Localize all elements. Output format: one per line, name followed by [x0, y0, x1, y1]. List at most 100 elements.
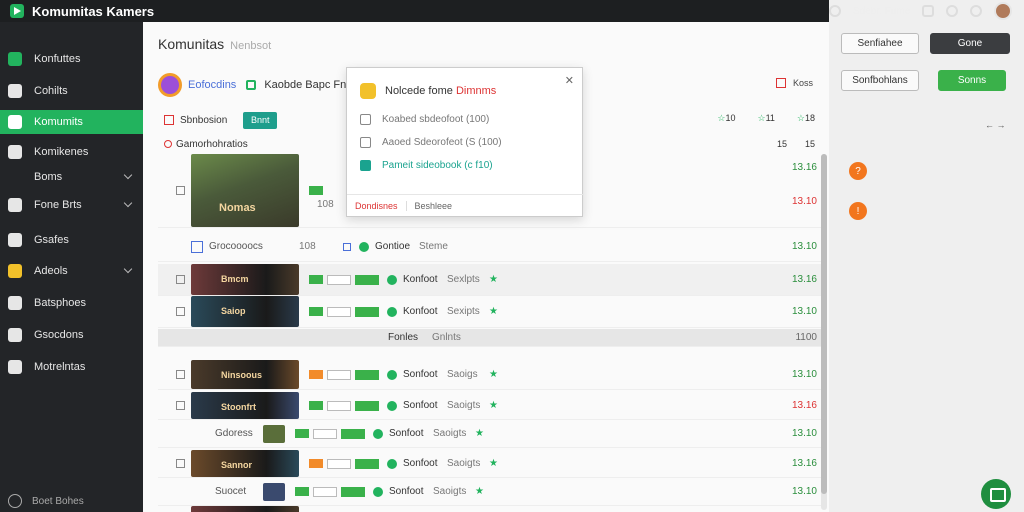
status-pill — [355, 400, 379, 411]
toggle[interactable] — [327, 458, 351, 469]
star-icon[interactable]: ★ — [475, 486, 484, 497]
time: 13.16 — [791, 400, 817, 411]
category-stats: 15 15 — [777, 139, 815, 149]
row-checkbox[interactable] — [176, 459, 185, 468]
filter-checkbox[interactable] — [164, 115, 174, 125]
checkbox[interactable] — [343, 242, 351, 251]
category-label: Gamorhohratios — [176, 138, 248, 150]
star-icon[interactable]: ★ — [489, 306, 498, 317]
sidebar-item-label: Boms — [34, 171, 63, 183]
sidebar-item[interactable]: Komumits — [0, 110, 143, 134]
link-text[interactable]: Kaobde Bapc Fnci — [264, 79, 354, 91]
stat: 15 — [804, 139, 815, 149]
filter-button[interactable]: Senfiahee — [841, 33, 919, 54]
close-label[interactable]: Koss — [793, 78, 813, 88]
brand-name[interactable]: Eofocdins — [188, 79, 236, 91]
sidebar-item[interactable]: Adeols — [0, 259, 143, 283]
popup-secondary-button[interactable]: Beshleee — [415, 201, 453, 211]
category-icon — [164, 140, 172, 148]
checkbox[interactable] — [360, 114, 371, 125]
sidebar-item[interactable]: Komikenes — [0, 140, 143, 164]
popup-option[interactable]: Aaoed Sdeorofeot (S (100) — [360, 137, 502, 148]
row-checkbox[interactable] — [176, 370, 185, 379]
toggle[interactable] — [327, 306, 351, 317]
alert-icon[interactable]: ! — [849, 202, 867, 220]
avatar[interactable] — [994, 2, 1013, 20]
star-icon[interactable]: ★ — [489, 400, 498, 411]
stat: 11 — [757, 113, 775, 124]
scrollbar[interactable] — [821, 154, 827, 510]
toggle[interactable] — [327, 369, 351, 380]
sidebar-item[interactable]: Boms — [0, 165, 143, 189]
settings-icon[interactable] — [829, 5, 841, 17]
sidebar-item[interactable]: Gsafes — [0, 228, 143, 252]
game-thumbnail: Gomets — [191, 506, 299, 512]
table-row[interactable]: GometsSonfootSaoigts★13.10 — [158, 506, 823, 512]
sidebar-item-label: Batsphoes — [34, 297, 86, 309]
status-pill — [341, 428, 365, 439]
popup-title: Nolcede fome Dimnms — [385, 85, 497, 97]
close-icon[interactable] — [776, 78, 786, 88]
table-row[interactable]: Grocoooocs 108 Gontioe Steme 13.10 — [158, 232, 823, 262]
sidebar-item[interactable]: Fone Brts — [0, 193, 143, 217]
sidebar-item[interactable]: Konfuttes — [0, 47, 143, 71]
settings-icon — [8, 198, 22, 212]
sidebar-footer[interactable]: Boet Bohes — [8, 494, 84, 508]
table-row[interactable]: Saiop Konfoot Sexipts ★ 13.10 — [158, 296, 823, 328]
table-row[interactable]: Gdoress Sonfoot Saoigts ★ 13.10 — [158, 420, 823, 448]
row-checkbox[interactable] — [176, 275, 185, 284]
toggle[interactable] — [313, 428, 337, 439]
row-checkbox[interactable] — [176, 307, 185, 316]
popup-danger-button[interactable]: Dondisnes — [355, 200, 407, 211]
tag-icon — [309, 459, 323, 468]
row-checkbox[interactable] — [176, 186, 185, 195]
popup-option[interactable]: Pameit sideobook (c f10) — [360, 160, 493, 171]
row-name[interactable]: Grocoooocs — [209, 241, 269, 252]
app-logo-icon — [10, 4, 24, 18]
table-row[interactable]: Sannor Sonfoot Saoigts ★ 13.16 — [158, 450, 823, 478]
chat-fab-icon[interactable] — [981, 479, 1011, 509]
go-button[interactable]: Bnnt — [243, 111, 278, 129]
table-row[interactable]: Bmcm Konfoot Sexlpts ★ 13.16 — [158, 264, 823, 296]
star-icon[interactable]: ★ — [475, 428, 484, 439]
table-row[interactable]: Ninsoous Sonfoot Saoigs ★ 13.10 — [158, 360, 823, 390]
compass-icon — [8, 145, 22, 159]
checkbox[interactable] — [360, 137, 371, 148]
save-button[interactable]: Sonns — [938, 70, 1006, 91]
chevron-down-icon — [123, 264, 133, 274]
filter-label: Sbnbosion — [180, 114, 228, 126]
toggle[interactable] — [313, 486, 337, 497]
table-row[interactable]: Stoonfrt Sonfoot Saoigts ★ 13.16 — [158, 392, 823, 420]
stat: 18 — [797, 113, 815, 124]
sidebar-item[interactable]: Cohilts — [0, 79, 143, 103]
star-icon[interactable]: ★ — [489, 369, 498, 380]
sidebar-item[interactable]: Motrelntas — [0, 355, 143, 379]
chat-icon[interactable] — [922, 5, 935, 17]
time: 13.10 — [791, 196, 817, 207]
popup-option[interactable]: Koabed sbdeofoot (100) — [360, 114, 489, 125]
star-icon[interactable]: ★ — [489, 274, 498, 285]
row-checkbox[interactable] — [176, 401, 185, 410]
section-sublabel: Gnlnts — [432, 332, 461, 343]
globe-icon[interactable] — [970, 5, 983, 17]
game-thumbnail — [263, 482, 285, 501]
row-name[interactable]: Suocet — [215, 486, 263, 497]
help-icon[interactable]: ? — [849, 162, 867, 180]
toggle[interactable] — [327, 400, 351, 411]
primary-button[interactable]: Gone — [930, 33, 1010, 54]
sidebar-item-label: Adeols — [34, 265, 68, 277]
nav-arrows[interactable]: ← → — [985, 120, 1006, 130]
list-icon — [8, 115, 22, 129]
checkbox-checked[interactable] — [360, 160, 371, 171]
table-row[interactable]: Fonles Gnlnts 1100 — [158, 329, 823, 347]
sidebar-item[interactable]: Gsocdons — [0, 323, 143, 347]
row-name[interactable]: Gdoress — [215, 428, 263, 439]
toggle[interactable] — [327, 274, 351, 285]
scrollbar-thumb[interactable] — [821, 154, 827, 494]
close-icon[interactable]: ✕ — [565, 74, 574, 87]
star-icon[interactable]: ★ — [489, 458, 498, 469]
table-row[interactable]: Suocet Sonfoot Saoigts ★ 13.10 — [158, 478, 823, 506]
sidebar-item[interactable]: Batsphoes — [0, 291, 143, 315]
secondary-button[interactable]: Sonfbohlans — [841, 70, 919, 91]
plugin-icon[interactable] — [946, 5, 959, 17]
